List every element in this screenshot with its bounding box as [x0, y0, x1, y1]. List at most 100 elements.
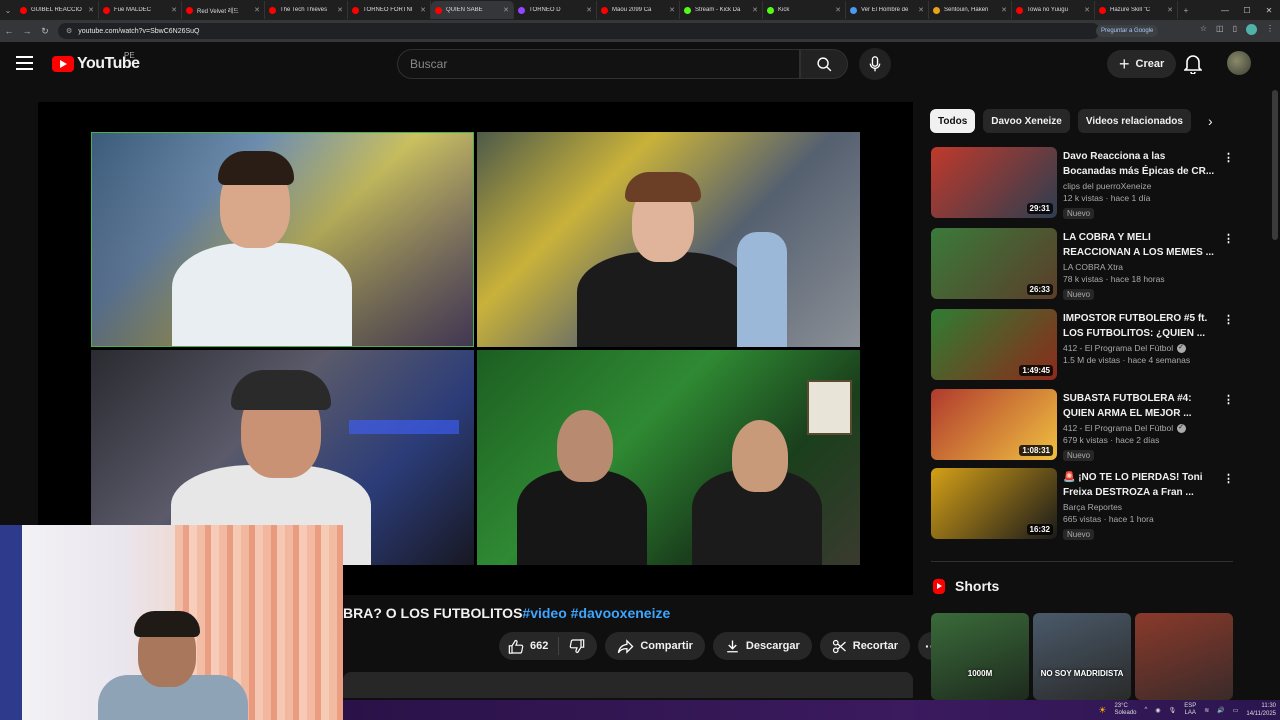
battery-icon[interactable]: ▭	[1233, 707, 1239, 714]
browser-tab[interactable]: Ver El Hombre de ✕	[846, 1, 929, 19]
youtube-logo[interactable]: YouTube PE	[52, 51, 140, 73]
wifi-icon[interactable]: ≋	[1204, 707, 1209, 714]
tab-close-icon[interactable]: ✕	[669, 6, 675, 14]
chevron-right-icon[interactable]: ›	[1208, 113, 1213, 129]
site-info-icon[interactable]: ⚙	[66, 27, 72, 35]
video-thumbnail[interactable]: 16:32	[931, 468, 1057, 539]
clock[interactable]: 11:30 14/11/2025	[1246, 702, 1276, 718]
browser-tab[interactable]: The Tech Thieves ✕	[265, 1, 348, 19]
profile-icon[interactable]	[1246, 24, 1257, 35]
more-vertical-icon[interactable]: ⋮	[1223, 232, 1234, 245]
extensions-icon[interactable]: ◫	[1216, 24, 1224, 35]
recommendation-item[interactable]: 29:31 Davo Reacciona a las Bocanadas más …	[931, 147, 1234, 219]
browser-menu-icon[interactable]: ⋮	[1266, 24, 1274, 35]
clip-button[interactable]: Recortar	[819, 632, 910, 660]
channel-name[interactable]: Barça Reportes	[1063, 502, 1215, 512]
browser-tab[interactable]: Fue MALDEC ✕	[99, 1, 182, 19]
tray-app-icon[interactable]: ◉	[1155, 707, 1160, 714]
sidepanel-icon[interactable]: ▯	[1233, 24, 1237, 35]
dislike-button[interactable]	[559, 638, 597, 654]
create-button[interactable]: + Crear	[1107, 50, 1177, 78]
recommendation-item[interactable]: 26:33 LA COBRA Y MELI REACCIONAN A LOS ME…	[931, 228, 1234, 300]
tab-close-icon[interactable]: ✕	[88, 6, 94, 14]
recommendation-title[interactable]: LA COBRA Y MELI REACCIONAN A LOS MEMES .…	[1063, 230, 1215, 260]
maximize-icon[interactable]: ☐	[1236, 6, 1258, 15]
search-input[interactable]	[410, 57, 799, 71]
ask-google-button[interactable]: Preguntar a Google	[1096, 25, 1159, 37]
tab-close-icon[interactable]: ✕	[835, 6, 841, 14]
more-vertical-icon[interactable]: ⋮	[1223, 313, 1234, 326]
video-thumbnail[interactable]: 1:08:31	[931, 389, 1057, 460]
tray-mic-icon[interactable]: 🎙	[1169, 707, 1177, 714]
new-tab-icon[interactable]: +	[1178, 6, 1194, 15]
tab-close-icon[interactable]: ✕	[1084, 6, 1090, 14]
minimize-icon[interactable]: —	[1214, 6, 1236, 15]
download-button[interactable]: Descargar	[712, 632, 812, 660]
recommendation-title[interactable]: SUBASTA FUTBOLERA #4: QUIEN ARMA EL MEJO…	[1063, 391, 1215, 421]
video-player[interactable]	[38, 102, 913, 595]
browser-tab[interactable]: Sentouin, Haken ✕	[929, 1, 1012, 19]
channel-name[interactable]: 412 - El Programa Del Fútbol	[1063, 423, 1215, 433]
browser-tab[interactable]: QUIEN SABE ✕	[431, 1, 514, 19]
browser-tab[interactable]: GUIBEL REACCIO ✕	[16, 1, 99, 19]
account-avatar[interactable]	[1227, 51, 1251, 75]
forward-icon[interactable]: →	[18, 26, 36, 36]
recommendation-title[interactable]: 🚨 ¡NO TE LO PIERDAS! Toni Freixa DESTROZ…	[1063, 470, 1215, 500]
bookmark-star-icon[interactable]: ☆	[1200, 24, 1207, 35]
browser-tab[interactable]: Maou 2099 Ca ✕	[597, 1, 680, 19]
more-vertical-icon[interactable]: ⋮	[1223, 151, 1234, 164]
browser-tab[interactable]: Stream - Kick Da ✕	[680, 1, 763, 19]
tab-close-icon[interactable]: ✕	[171, 6, 177, 14]
browser-tab[interactable]: Hazure Skill "C ✕	[1095, 1, 1178, 19]
chip-related[interactable]: Videos relacionados	[1077, 109, 1191, 133]
video-thumbnail[interactable]: 1:49:45	[931, 309, 1057, 380]
weather-widget[interactable]: 23°C Soleado	[1114, 703, 1136, 717]
tab-close-icon[interactable]: ✕	[420, 6, 426, 14]
tray-chevron-icon[interactable]: ^	[1145, 707, 1148, 713]
page-scrollbar[interactable]	[1272, 90, 1278, 240]
short-thumbnail[interactable]	[1135, 613, 1233, 700]
channel-name[interactable]: 412 - El Programa Del Fútbol	[1063, 343, 1215, 353]
browser-tab[interactable]: Red Velvet 레드 ✕	[182, 1, 265, 19]
browser-tab[interactable]: TORNEO FORTNI ✕	[348, 1, 431, 19]
tab-search-icon[interactable]: ⌄	[0, 6, 16, 15]
address-bar[interactable]: ⚙ youtube.com/watch?v=SbwC6N26SuQ	[58, 23, 1100, 39]
channel-name[interactable]: LA COBRA Xtra	[1063, 262, 1215, 272]
video-thumbnail[interactable]: 29:31	[931, 147, 1057, 218]
chip-todos[interactable]: Todos	[930, 109, 976, 133]
tab-close-icon[interactable]: ✕	[337, 6, 343, 14]
voice-search-button[interactable]	[859, 48, 891, 80]
recommendation-item[interactable]: 16:32 🚨 ¡NO TE LO PIERDAS! Toni Freixa DE…	[931, 468, 1234, 540]
tab-close-icon[interactable]: ✕	[918, 6, 924, 14]
more-vertical-icon[interactable]: ⋮	[1223, 393, 1234, 406]
weather-icon[interactable]: ☀	[1098, 705, 1106, 716]
language-indicator[interactable]: ESP LAA	[1184, 703, 1196, 717]
browser-tab[interactable]: Kick ✕	[763, 1, 846, 19]
recommendation-title[interactable]: IMPOSTOR FUTBOLERO #5 ft. LOS FUTBOLITOS…	[1063, 311, 1215, 341]
volume-icon[interactable]: 🔊	[1217, 707, 1224, 714]
back-icon[interactable]: ←	[0, 26, 18, 36]
video-thumbnail[interactable]: 26:33	[931, 228, 1057, 299]
more-vertical-icon[interactable]: ⋮	[1223, 472, 1234, 485]
tab-close-icon[interactable]: ✕	[503, 6, 509, 14]
tab-close-icon[interactable]: ✕	[1167, 6, 1173, 14]
share-button[interactable]: Compartir	[605, 632, 705, 660]
recommendation-item[interactable]: 1:49:45 IMPOSTOR FUTBOLERO #5 ft. LOS FUT…	[931, 309, 1234, 381]
tab-close-icon[interactable]: ✕	[752, 6, 758, 14]
like-button[interactable]: 662	[499, 637, 560, 655]
chip-channel[interactable]: Davoo Xeneize	[983, 109, 1070, 133]
description-box[interactable]	[343, 672, 913, 698]
recommendation-title[interactable]: Davo Reacciona a las Bocanadas más Épica…	[1063, 149, 1215, 179]
hashtag-link[interactable]: #davooxeneize	[571, 605, 671, 621]
hashtag-link[interactable]: #video	[522, 605, 566, 621]
tab-close-icon[interactable]: ✕	[586, 6, 592, 14]
recommendation-item[interactable]: 1:08:31 SUBASTA FUTBOLERA #4: QUIEN ARMA …	[931, 389, 1234, 461]
reload-icon[interactable]: ↻	[36, 26, 54, 37]
channel-name[interactable]: clips del puerroXeneize	[1063, 181, 1215, 191]
menu-icon[interactable]	[16, 56, 33, 74]
search-button[interactable]	[800, 49, 848, 79]
close-window-icon[interactable]: ✕	[1258, 6, 1280, 15]
tab-close-icon[interactable]: ✕	[254, 6, 260, 14]
browser-tab[interactable]: TORNEO D ✕	[514, 1, 597, 19]
short-thumbnail[interactable]: NO SOY MADRIDISTA	[1033, 613, 1131, 700]
